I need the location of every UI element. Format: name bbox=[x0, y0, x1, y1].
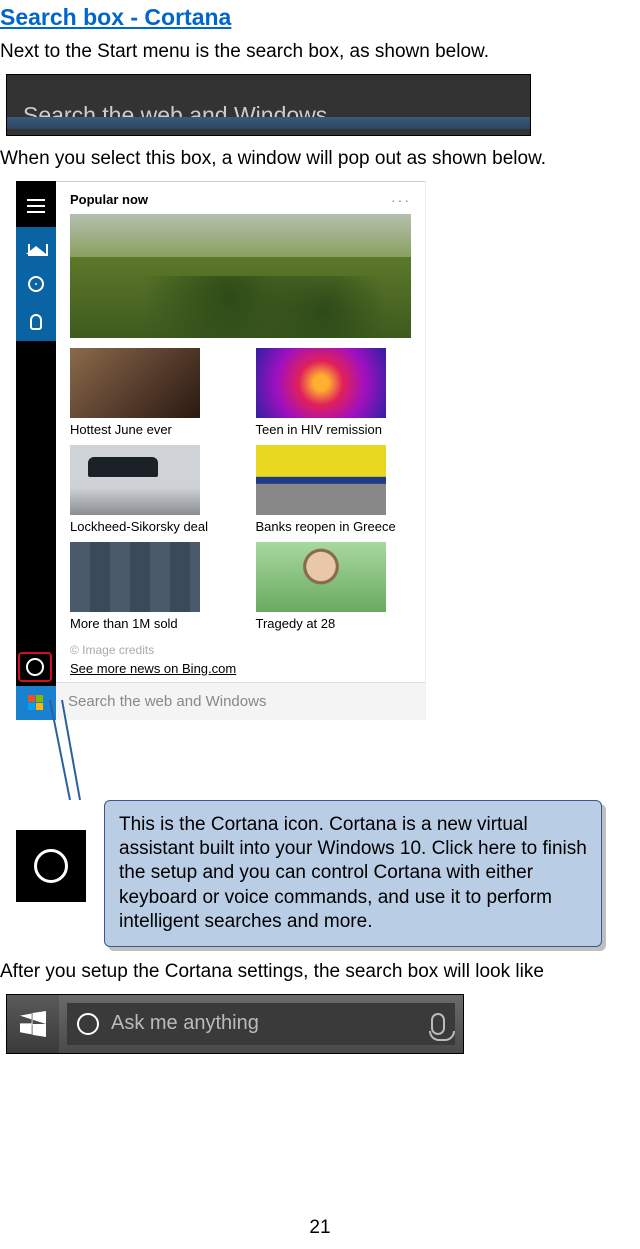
news-item[interactable]: Hottest June ever bbox=[70, 348, 226, 437]
windows-logo-icon bbox=[20, 1011, 46, 1037]
intro-paragraph-1: Next to the Start menu is the search box… bbox=[0, 41, 634, 64]
cortana-circle-icon bbox=[34, 849, 68, 883]
hero-image[interactable] bbox=[70, 214, 411, 338]
feedback-icon[interactable] bbox=[16, 303, 56, 341]
hamburger-icon[interactable] bbox=[16, 185, 56, 227]
page-number: 21 bbox=[0, 1217, 640, 1239]
gear-icon[interactable] bbox=[16, 265, 56, 303]
news-thumbnail bbox=[70, 542, 200, 612]
news-label: Tragedy at 28 bbox=[256, 616, 412, 631]
search-box-collapsed-screenshot: Search the web and Windows bbox=[6, 74, 531, 136]
news-thumbnail bbox=[256, 542, 386, 612]
after-paragraph: After you setup the Cortana settings, th… bbox=[0, 961, 634, 984]
popular-now-label: Popular now bbox=[70, 192, 148, 208]
section-heading: Search box - Cortana bbox=[0, 4, 634, 31]
news-item[interactable]: Teen in HIV remission bbox=[256, 348, 412, 437]
search-placeholder: Ask me anything bbox=[111, 1012, 431, 1035]
news-thumbnail bbox=[256, 445, 386, 515]
cortana-icon-enlarged bbox=[16, 830, 86, 902]
microphone-icon[interactable] bbox=[431, 1013, 445, 1035]
callout-arrows bbox=[40, 720, 634, 800]
news-label: Banks reopen in Greece bbox=[256, 519, 412, 534]
news-label: Lockheed-Sikorsky deal bbox=[70, 519, 226, 534]
bing-news-link[interactable]: See more news on Bing.com bbox=[56, 659, 425, 682]
cortana-popup-panel: Popular now ··· Hottest June ever Teen i… bbox=[56, 181, 426, 720]
search-box-after-screenshot: Ask me anything bbox=[6, 994, 464, 1054]
news-label: Teen in HIV remission bbox=[256, 422, 412, 437]
more-icon[interactable]: ··· bbox=[391, 192, 411, 208]
image-credits: © Image credits bbox=[56, 631, 425, 659]
cortana-popup-screenshot: Popular now ··· Hottest June ever Teen i… bbox=[16, 181, 634, 720]
cortana-circle-icon bbox=[77, 1013, 99, 1035]
callout-box: This is the Cortana icon. Cortana is a n… bbox=[104, 800, 602, 948]
news-item[interactable]: More than 1M sold bbox=[70, 542, 226, 631]
news-label: More than 1M sold bbox=[70, 616, 226, 631]
cortana-icon-highlighted[interactable] bbox=[18, 652, 52, 682]
intro-paragraph-2: When you select this box, a window will … bbox=[0, 148, 634, 171]
news-item[interactable]: Banks reopen in Greece bbox=[256, 445, 412, 534]
news-label: Hottest June ever bbox=[70, 422, 226, 437]
news-item[interactable]: Tragedy at 28 bbox=[256, 542, 412, 631]
news-thumbnail bbox=[256, 348, 386, 418]
news-thumbnail bbox=[70, 348, 200, 418]
search-input-area[interactable]: Ask me anything bbox=[67, 1003, 455, 1045]
home-icon[interactable] bbox=[16, 227, 56, 265]
start-button[interactable] bbox=[7, 995, 59, 1053]
cortana-sidebar bbox=[16, 181, 56, 720]
news-item[interactable]: Lockheed-Sikorsky deal bbox=[70, 445, 226, 534]
news-thumbnail bbox=[70, 445, 200, 515]
cortana-circle-icon bbox=[26, 658, 44, 676]
